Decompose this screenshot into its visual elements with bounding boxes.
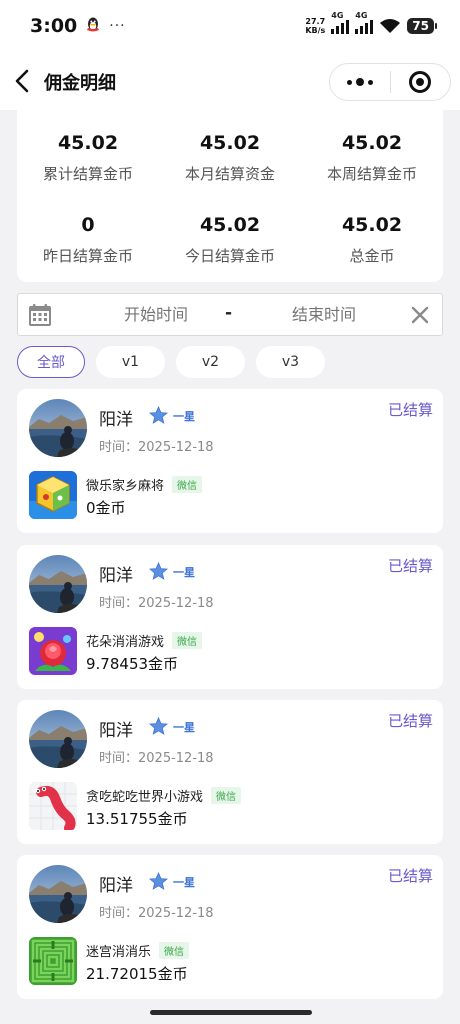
network-speed: 27.7 KB/s bbox=[305, 17, 326, 35]
level-badge: 一星 bbox=[149, 872, 195, 891]
date-separator: - bbox=[225, 303, 233, 323]
level-tabs: 全部 v1 v2 v3 bbox=[17, 346, 325, 378]
close-icon[interactable] bbox=[410, 305, 430, 325]
star-icon bbox=[149, 562, 168, 580]
qq-penguin-icon bbox=[85, 16, 101, 36]
user-name: 阳洋 bbox=[99, 566, 133, 586]
user-name: 阳洋 bbox=[99, 721, 133, 741]
target-circle-icon bbox=[409, 71, 432, 93]
game-name: 迷宫消消乐 微信 bbox=[86, 941, 190, 960]
level-badge: 一星 bbox=[149, 717, 195, 736]
calendar-icon[interactable] bbox=[28, 303, 52, 327]
game-icon-maze bbox=[29, 937, 77, 985]
wifi-icon bbox=[380, 19, 401, 33]
level-text: 一星 bbox=[173, 565, 195, 579]
status-bar: 3:00 ··· 27.7 KB/s 4G 4G 75 bbox=[0, 0, 460, 52]
more-dots-icon bbox=[346, 78, 373, 86]
star-icon bbox=[149, 872, 168, 890]
nav-bar: 佣金明细 bbox=[0, 52, 460, 110]
stat-label: 本月结算资金 bbox=[184, 165, 275, 183]
tab-v2[interactable]: v2 bbox=[176, 346, 245, 378]
stat-value: 45.02 bbox=[199, 132, 261, 154]
status-badge: 已结算 bbox=[387, 557, 433, 575]
status-badge: 已结算 bbox=[387, 867, 433, 885]
avatar bbox=[29, 710, 87, 768]
star-icon bbox=[149, 717, 168, 735]
game-icon-snake bbox=[29, 782, 77, 830]
level-text: 一星 bbox=[173, 409, 195, 423]
more-menu-button[interactable] bbox=[330, 64, 390, 100]
user-name: 阳洋 bbox=[99, 410, 133, 430]
status-time: 3:00 bbox=[30, 15, 78, 37]
stat-label: 昨日结算金币 bbox=[42, 247, 133, 265]
stat-value: 45.02 bbox=[57, 132, 119, 154]
game-icon-mahjong bbox=[29, 471, 77, 519]
coin-amount: 0金币 bbox=[86, 499, 126, 517]
stat-week-settled: 45.02 本周结算金币 bbox=[301, 132, 443, 184]
record-card[interactable]: 阳洋 一星 时间：2025-12-18 已结算 贪吃蛇吃世界小游戏 微信 13.5… bbox=[17, 700, 443, 844]
record-time: 时间：2025-12-18 bbox=[99, 440, 214, 455]
stat-label: 今日结算金币 bbox=[184, 247, 275, 265]
tab-v3[interactable]: v3 bbox=[256, 346, 325, 378]
mini-program-capsule bbox=[329, 63, 451, 101]
page-title: 佣金明细 bbox=[44, 73, 116, 94]
avatar bbox=[29, 555, 87, 613]
stat-total-coins: 45.02 总金币 bbox=[301, 214, 443, 266]
record-time: 时间：2025-12-18 bbox=[99, 751, 214, 766]
close-mini-program-button[interactable] bbox=[391, 64, 451, 100]
back-arrow-icon[interactable] bbox=[12, 68, 34, 94]
platform-tag: 微信 bbox=[172, 632, 203, 649]
stat-total-settled: 45.02 累计结算金币 bbox=[17, 132, 159, 184]
platform-tag: 微信 bbox=[211, 787, 242, 804]
record-time: 时间：2025-12-18 bbox=[99, 906, 214, 921]
status-badge: 已结算 bbox=[387, 712, 433, 730]
level-badge: 一星 bbox=[149, 562, 195, 581]
battery-icon: 75 bbox=[407, 18, 437, 34]
coin-amount: 9.78453金币 bbox=[86, 655, 179, 673]
game-name: 花朵消消游戏 微信 bbox=[86, 631, 203, 650]
level-text: 一星 bbox=[173, 720, 195, 734]
level-badge: 一星 bbox=[149, 406, 195, 425]
stat-label: 总金币 bbox=[349, 247, 395, 265]
tab-v1[interactable]: v1 bbox=[96, 346, 165, 378]
stat-month-settled: 45.02 本月结算资金 bbox=[159, 132, 301, 184]
record-card[interactable]: 阳洋 一星 时间：2025-12-18 已结算 微乐家乡麻将 微信 0金币 bbox=[17, 389, 443, 533]
tab-all[interactable]: 全部 bbox=[17, 346, 85, 378]
stat-today-settled: 45.02 今日结算金币 bbox=[159, 214, 301, 266]
status-badge: 已结算 bbox=[387, 401, 433, 419]
record-time: 时间：2025-12-18 bbox=[99, 596, 214, 611]
stat-yesterday-settled: 0 昨日结算金币 bbox=[17, 214, 159, 266]
record-card[interactable]: 阳洋 一星 时间：2025-12-18 已结算 迷宫消消乐 微信 21.72015… bbox=[17, 855, 443, 999]
stat-label: 本周结算金币 bbox=[326, 165, 417, 183]
star-icon bbox=[149, 406, 168, 424]
stat-value: 45.02 bbox=[341, 214, 403, 236]
game-name: 微乐家乡麻将 微信 bbox=[86, 475, 203, 494]
stat-value: 45.02 bbox=[199, 214, 261, 236]
level-text: 一星 bbox=[173, 875, 195, 889]
platform-tag: 微信 bbox=[172, 476, 203, 493]
record-card[interactable]: 阳洋 一星 时间：2025-12-18 已结算 花朵消消游戏 微信 9.78453… bbox=[17, 545, 443, 689]
avatar bbox=[29, 399, 87, 457]
status-more-dots: ··· bbox=[109, 18, 126, 34]
date-range-filter: - bbox=[17, 293, 443, 336]
avatar bbox=[29, 865, 87, 923]
start-date-input[interactable] bbox=[96, 305, 216, 324]
coin-amount: 21.72015金币 bbox=[86, 965, 188, 983]
stat-value: 45.02 bbox=[341, 132, 403, 154]
stat-label: 累计结算金币 bbox=[42, 165, 133, 183]
coin-amount: 13.51755金币 bbox=[86, 810, 188, 828]
end-date-input[interactable] bbox=[264, 305, 384, 324]
platform-tag: 微信 bbox=[159, 942, 190, 959]
signal-icon-2: 4G bbox=[355, 11, 374, 34]
summary-card: 45.02 累计结算金币 45.02 本月结算资金 45.02 本周结算金币 0… bbox=[17, 110, 443, 282]
home-indicator[interactable] bbox=[150, 1010, 312, 1015]
stat-value: 0 bbox=[81, 214, 95, 236]
game-icon-flower bbox=[29, 627, 77, 675]
user-name: 阳洋 bbox=[99, 876, 133, 896]
game-name: 贪吃蛇吃世界小游戏 微信 bbox=[86, 786, 242, 805]
signal-icon-1: 4G bbox=[331, 11, 350, 34]
